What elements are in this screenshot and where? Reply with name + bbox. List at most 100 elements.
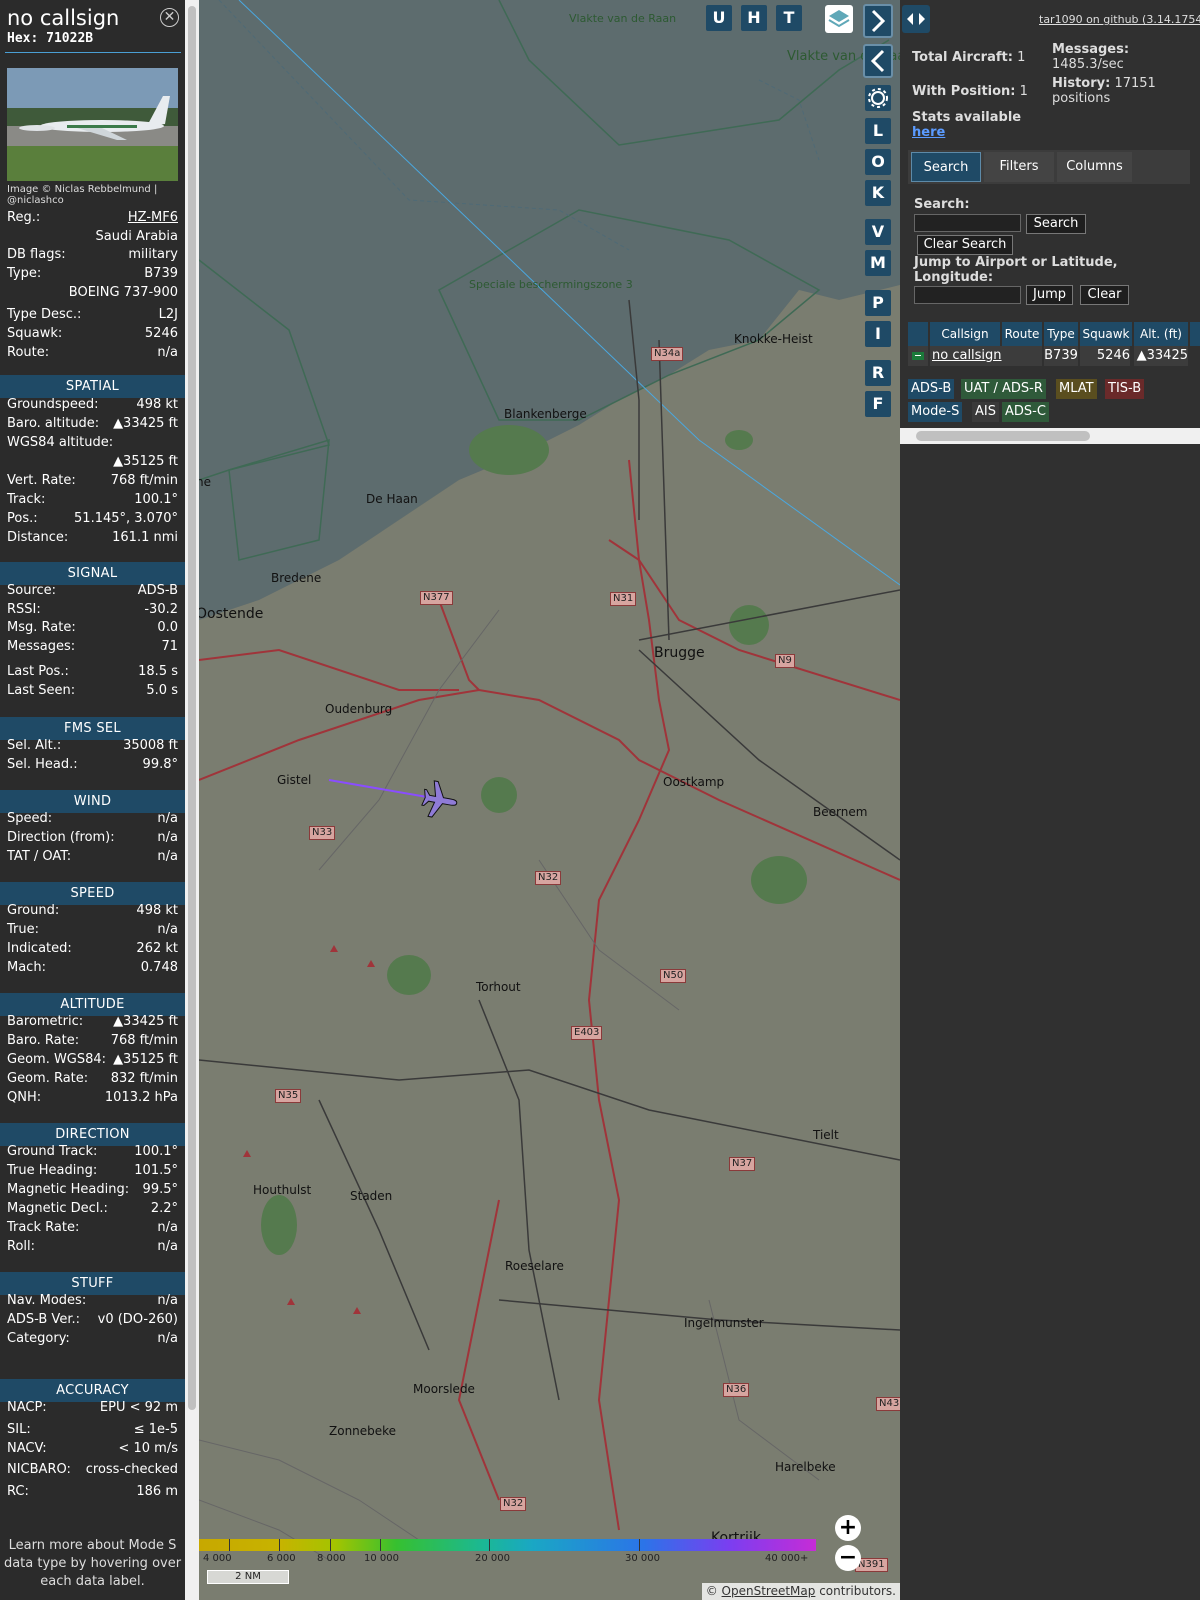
header-divider [5,52,181,53]
image-credit: Image © Niclas Rebbelmund | @niclashco [7,184,158,206]
osm-link[interactable]: OpenStreetMap [722,1584,816,1598]
stats-available: Stats available here [912,110,1021,140]
table-header-altitude[interactable]: Alt. (ft) [1134,322,1188,346]
reg-link[interactable]: HZ-MF6 [128,209,178,227]
expand-collapse-icon [907,13,925,25]
toggle-p-button[interactable]: P [865,290,891,316]
type-label: Type: [7,266,42,281]
search-input[interactable] [914,214,1021,232]
toggle-l-button[interactable]: L [865,118,891,144]
table-header-squawk[interactable]: Squawk [1080,322,1132,346]
toggle-v-button[interactable]: V [865,219,891,245]
close-icon[interactable]: ✕ [160,8,179,27]
table-header-more [1190,322,1200,346]
signal-label: Last Pos.: [7,664,69,679]
table-horizontal-scrollbar[interactable] [900,428,1200,444]
tab-search[interactable]: Search [911,152,981,182]
jump-button[interactable]: Jump [1026,285,1073,305]
signal-row: Messages: 71 [7,638,178,656]
settings-button[interactable] [865,85,891,111]
spatial-row: Baro. altitude: ▲33425 ft [7,415,178,433]
github-link[interactable]: tar1090 on github (3.14.1754) [1039,13,1200,26]
tag-uat[interactable]: UAT / ADS-R [961,379,1046,399]
place-speciale: Speciale beschermingszone 3 [469,278,633,291]
road-shield: N43 [876,1397,900,1411]
place-oostende: Oostende [199,606,264,622]
history-label: History: [1052,76,1111,91]
accuracy-value: 186 m [136,1484,178,1499]
toggle-k-button[interactable]: K [865,180,891,206]
legend-label: 4 000 [203,1553,232,1564]
altitude-value: 768 ft/min [110,1033,178,1048]
clear-button[interactable]: Clear [1080,285,1129,305]
toggle-r-button[interactable]: R [865,360,891,386]
row-squawk: 5246 [1080,346,1130,366]
map-view[interactable]: Vlakte van de Raan Vlakte van de Raan Sp… [199,0,900,1600]
search-button[interactable]: Search [1026,214,1086,234]
sidebar-scrollbar-thumb[interactable] [188,6,196,1410]
altitude-label: Barometric: [7,1014,84,1029]
table-header-route[interactable]: Route [1002,322,1042,346]
accuracy-row: SIL: ≤ 1e-5 [7,1421,178,1439]
stats-here-link[interactable]: here [912,125,945,140]
wind-value: n/a [157,830,178,845]
direction-value: n/a [157,1220,178,1235]
tag-tisb[interactable]: TIS-B [1105,379,1145,399]
attribution-suffix: contributors. [815,1584,896,1598]
messages-value: 1485.3/sec [1052,57,1124,72]
place-knokke: Knokke-Heist [734,332,813,346]
expand-right-button[interactable] [863,4,893,38]
type-full-value: BOEING 737-900 [68,285,178,300]
sidebar-scrollbar[interactable] [185,0,199,1600]
tag-ais[interactable]: AIS [972,402,999,422]
tag-adsb[interactable]: ADS-B [908,379,955,399]
aircraft-photo[interactable] [7,68,178,181]
road-shield: N9 [775,654,795,668]
jump-input[interactable] [914,286,1021,304]
type-value: B739 [144,266,178,281]
direction-row: Track Rate: n/a [7,1219,178,1237]
place-ne: ne [199,475,211,489]
fms-label: Sel. Alt.: [7,738,62,753]
clear-search-button[interactable]: Clear Search [917,235,1013,255]
gear-icon [868,88,888,108]
toggle-h-button[interactable]: H [741,5,767,31]
spatial-value: 51.145°, 3.070° [74,511,178,526]
tag-adsc[interactable]: ADS-C [1002,402,1049,422]
spatial-label: Track: [7,492,46,507]
flag-icon [908,346,928,366]
signal-label: Msg. Rate: [7,620,76,635]
fms-label: Sel. Head.: [7,757,78,772]
type-row: Type: B739 [7,265,178,283]
speed-value: 498 kt [136,903,178,918]
toggle-m-button[interactable]: M [865,250,891,276]
road-shield: E403 [571,1026,603,1040]
legend-label: 30 000 [625,1553,660,1564]
aircraft-detail-sidebar: no callsign Hex: 71022B ✕ Image © Niclas… [0,0,185,1600]
tag-modes[interactable]: Mode-S [908,402,963,422]
toggle-f-button[interactable]: F [865,391,891,417]
toggle-t-button[interactable]: T [776,5,802,31]
speed-row: Indicated: 262 kt [7,940,178,958]
place-blankenberge: Blankenberge [504,407,587,421]
attribution-prefix: © [705,1584,718,1598]
panel-toggle-button[interactable] [902,5,930,33]
table-header-callsign[interactable]: Callsign [930,322,1000,346]
collapse-left-button[interactable] [863,44,893,78]
tab-filters[interactable]: Filters [984,152,1054,182]
signal-row: Last Pos.: 18.5 s [7,663,178,681]
toggle-u-button[interactable]: U [706,5,732,31]
layers-button[interactable] [825,5,853,33]
table-header-type[interactable]: Type [1044,322,1078,346]
toggle-o-button[interactable]: O [865,149,891,175]
wind-row: Speed: n/a [7,810,178,828]
row-callsign[interactable]: no callsign [930,346,1002,366]
toggle-i-button[interactable]: I [865,321,891,347]
callsign-title: no callsign [7,6,120,30]
tab-columns[interactable]: Columns [1057,152,1132,182]
zoom-out-button[interactable]: − [835,1545,861,1571]
horizontal-scrollbar-thumb[interactable] [916,431,1090,441]
tag-mlat[interactable]: MLAT [1056,379,1097,399]
zoom-in-button[interactable]: + [835,1515,861,1541]
legend-label: 10 000 [364,1553,399,1564]
